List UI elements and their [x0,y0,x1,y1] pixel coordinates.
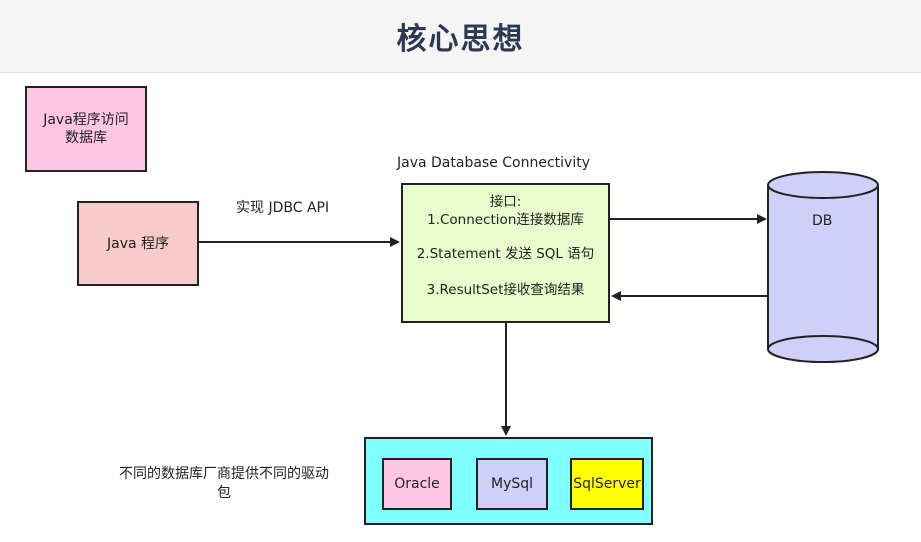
driver-mysql-label: MySql [490,476,534,492]
note-line-1: Java程序访问 [43,112,129,128]
java-program-box: Java 程序 [77,201,199,286]
driver-sqlserver: SqlServer [570,458,644,510]
driver-oracle-label: Oracle [394,476,440,492]
diagram-canvas: Java程序访问 数据库 Java 程序 实现 JDBC API Java Da… [0,73,921,542]
java-program-label: Java 程序 [106,235,170,252]
database-label: DB [812,213,833,229]
drivers-container: Oracle MySql SqlServer [364,437,653,525]
jdbc-title: Java Database Connectivity [397,155,590,171]
jdbc-connection-line: 1.Connection连接数据库 [427,212,584,228]
jdbc-statement-line: 2.Statement 发送 SQL 语句 [416,246,595,262]
note-box: Java程序访问 数据库 [25,86,147,172]
database-cylinder [767,171,879,363]
vendor-drivers-label: 不同的数据库厂商提供不同的驱动包 [119,466,329,501]
note-line-2: 数据库 [64,130,107,146]
driver-mysql: MySql [476,458,548,510]
jdbc-interface-heading: 接口: [489,194,522,210]
page-title: 核心思想 [396,22,525,57]
implement-api-label: 实现 JDBC API [236,200,330,216]
jdbc-resultset-line: 3.ResultSet接收查询结果 [426,282,585,298]
driver-sqlserver-label: SqlServer [573,476,641,492]
header-bar: 核心思想 [0,0,921,73]
jdbc-interface-box: 接口: 1.Connection连接数据库 2.Statement 发送 SQL… [401,183,610,323]
driver-oracle: Oracle [382,458,452,510]
